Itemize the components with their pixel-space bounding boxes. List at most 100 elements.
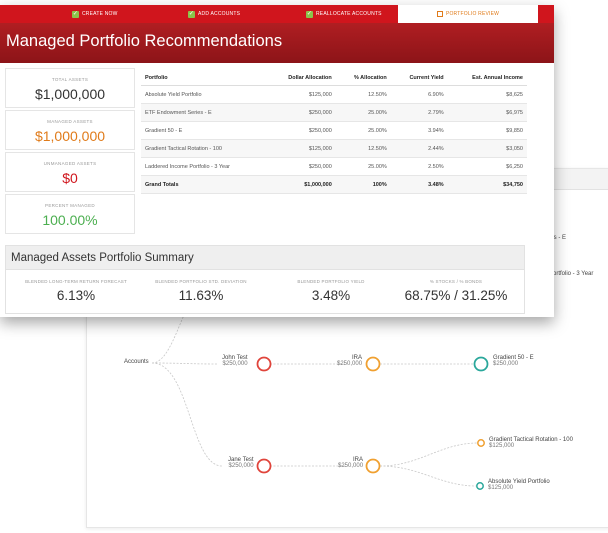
step-label: Add Accounts xyxy=(198,11,241,17)
cell-current-yield: 2.50% xyxy=(390,157,448,176)
table-row[interactable]: Absolute Yield Portfolio $125,000 12.50%… xyxy=(141,85,527,104)
column-header[interactable]: Dollar Allocation xyxy=(266,72,336,86)
gradient-50-label: Gradient 50 - E $250,000 xyxy=(493,355,534,367)
cell-portfolio: Gradient 50 - E xyxy=(141,121,267,140)
gradient-50-node xyxy=(473,356,489,372)
table-row[interactable]: ETF Endowment Series - E $250,000 25.00%… xyxy=(141,103,527,122)
metric-value: 6.13% xyxy=(56,288,96,303)
tactical-rotation-label: Gradient Tactical Rotation - 100 $125,00… xyxy=(489,437,573,449)
cell-dollar-allocation: $250,000 xyxy=(266,121,336,140)
cell-portfolio: ETF Endowment Series - E xyxy=(141,103,267,122)
cell-portfolio: Laddered Income Portfolio - 3 Year xyxy=(141,157,267,176)
stat-unmanaged-assets: Unmanaged Assets $0 xyxy=(5,152,135,192)
column-header[interactable]: Current Yield xyxy=(390,72,448,86)
stat-value: $1,000,000 xyxy=(34,128,106,144)
root-label: Accounts xyxy=(124,359,149,365)
check-icon: ✓ xyxy=(72,10,79,18)
metric-value: 3.48% xyxy=(311,288,351,303)
portfolio-summary-panel: Managed Assets Portfolio Summary Blended… xyxy=(5,245,525,314)
table-row[interactable]: Laddered Income Portfolio - 3 Year $250,… xyxy=(141,157,527,176)
check-icon: ✓ xyxy=(188,10,195,18)
stat-label: Percent Managed xyxy=(45,203,95,208)
stat-percent-managed: Percent Managed 100.00% xyxy=(5,194,135,234)
cell-dollar-allocation: $125,000 xyxy=(266,85,336,104)
john-account-label: John Test $250,000 xyxy=(222,355,248,367)
check-icon: ✓ xyxy=(306,10,313,18)
cell-annual-income: $6,975 xyxy=(447,103,527,122)
cell-current-yield: 2.44% xyxy=(390,139,448,158)
portfolio-amount: $125,000 xyxy=(489,443,515,449)
column-header[interactable]: % Allocation xyxy=(335,72,391,86)
column-header[interactable]: Est. Annual Income xyxy=(447,72,527,86)
account-type-amount: $250,000 xyxy=(337,361,363,367)
stat-label: Managed Assets xyxy=(47,119,93,124)
metric-value: 68.75% / 31.25% xyxy=(404,288,508,303)
john-account-node xyxy=(256,356,272,372)
table-row[interactable]: Gradient 50 - E $250,000 25.00% 3.94% $9… xyxy=(141,121,527,140)
cell-total-income: $34,750 xyxy=(447,175,527,194)
step-create-now[interactable]: ✓ Create Now xyxy=(72,5,118,23)
absolute-yield-label: Absolute Yield Portfolio $125,000 xyxy=(488,479,550,491)
step-label: Portfolio Review xyxy=(445,11,500,17)
column-header[interactable]: Portfolio xyxy=(141,72,267,86)
table-header-row: Portfolio Dollar Allocation % Allocation… xyxy=(141,72,527,86)
recommendations-card: ✓ Create Now ✓ Add Accounts ✓ Reallocate… xyxy=(0,5,554,317)
wizard-steps: ✓ Create Now ✓ Add Accounts ✓ Reallocate… xyxy=(0,5,554,23)
metric-value: 11.63% xyxy=(178,288,224,303)
jane-ira-label: IRA $250,000 xyxy=(338,457,363,469)
cell-percent-allocation: 25.00% xyxy=(335,121,391,140)
stat-total-assets: Total Assets $1,000,000 xyxy=(5,68,135,108)
link-root-jane xyxy=(151,362,223,467)
cell-current-yield: 3.94% xyxy=(390,121,448,140)
john-ira-label: IRA $250,000 xyxy=(337,355,362,367)
link-ira-tactical xyxy=(379,442,479,467)
metric-return-forecast: Blended Long-Term Return Forecast 6.13% xyxy=(16,279,136,303)
cell-annual-income: $3,050 xyxy=(447,139,527,158)
cell-dollar-allocation: $250,000 xyxy=(266,157,336,176)
account-amount: $250,000 xyxy=(228,463,254,469)
metric-stocks-bonds: % Stocks / % Bonds 68.75% / 31.25% xyxy=(391,279,521,303)
stat-label: Unmanaged Assets xyxy=(43,161,97,166)
portfolio-amount: $125,000 xyxy=(488,485,514,491)
cell-percent-allocation: 25.00% xyxy=(335,103,391,122)
jane-account-node xyxy=(256,458,272,474)
step-reallocate-accounts[interactable]: ✓ Reallocate Accounts xyxy=(306,5,382,23)
tactical-rotation-node xyxy=(477,439,485,447)
john-ira-node xyxy=(365,356,381,372)
metric-label: % Stocks / % Bonds xyxy=(429,279,483,284)
metric-label: Blended Portfolio Yield xyxy=(297,279,365,284)
stat-value: $1,000,000 xyxy=(34,86,106,102)
link-ira-absolute xyxy=(379,465,477,487)
cell-total-label: Grand Totals xyxy=(141,175,267,194)
cell-percent-allocation: 12.50% xyxy=(335,139,391,158)
cell-total-dollar: $1,000,000 xyxy=(266,175,336,194)
cell-annual-income: $8,625 xyxy=(447,85,527,104)
cell-annual-income: $6,250 xyxy=(447,157,527,176)
account-type-amount: $250,000 xyxy=(338,463,364,469)
summary-title: Managed Assets Portfolio Summary xyxy=(6,246,524,270)
stat-value: 100.00% xyxy=(42,212,98,228)
step-portfolio-review[interactable]: Portfolio Review xyxy=(398,5,538,23)
table-row[interactable]: Gradient Tactical Rotation - 100 $125,00… xyxy=(141,139,527,158)
cell-total-percent: 100% xyxy=(335,175,391,194)
cell-current-yield: 2.79% xyxy=(390,103,448,122)
cell-dollar-allocation: $125,000 xyxy=(266,139,336,158)
cell-dollar-allocation: $250,000 xyxy=(266,103,336,122)
stat-value: $0 xyxy=(62,170,78,186)
metric-portfolio-yield: Blended Portfolio Yield 3.48% xyxy=(271,279,391,303)
cell-percent-allocation: 12.50% xyxy=(335,85,391,104)
step-add-accounts[interactable]: ✓ Add Accounts xyxy=(188,5,240,23)
table-total-row: Grand Totals $1,000,000 100% 3.48% $34,7… xyxy=(141,175,527,194)
jane-ira-node xyxy=(365,458,381,474)
cell-portfolio: Gradient Tactical Rotation - 100 xyxy=(141,139,267,158)
absolute-yield-node xyxy=(476,482,484,490)
title-banner: Managed Portfolio Recommendations xyxy=(0,23,554,63)
cell-total-yield: 3.48% xyxy=(390,175,448,194)
cell-annual-income: $9,850 xyxy=(447,121,527,140)
cell-percent-allocation: 25.00% xyxy=(335,157,391,176)
step-label: Reallocate Accounts xyxy=(316,11,382,17)
link-root-john xyxy=(151,362,219,365)
asset-stats: Total Assets $1,000,000 Managed Assets $… xyxy=(5,68,135,236)
metric-std-deviation: Blended Portfolio Std. Deviation 11.63% xyxy=(141,279,261,303)
partial-portfolio-label: Portfolio - 3 Year xyxy=(549,271,594,277)
